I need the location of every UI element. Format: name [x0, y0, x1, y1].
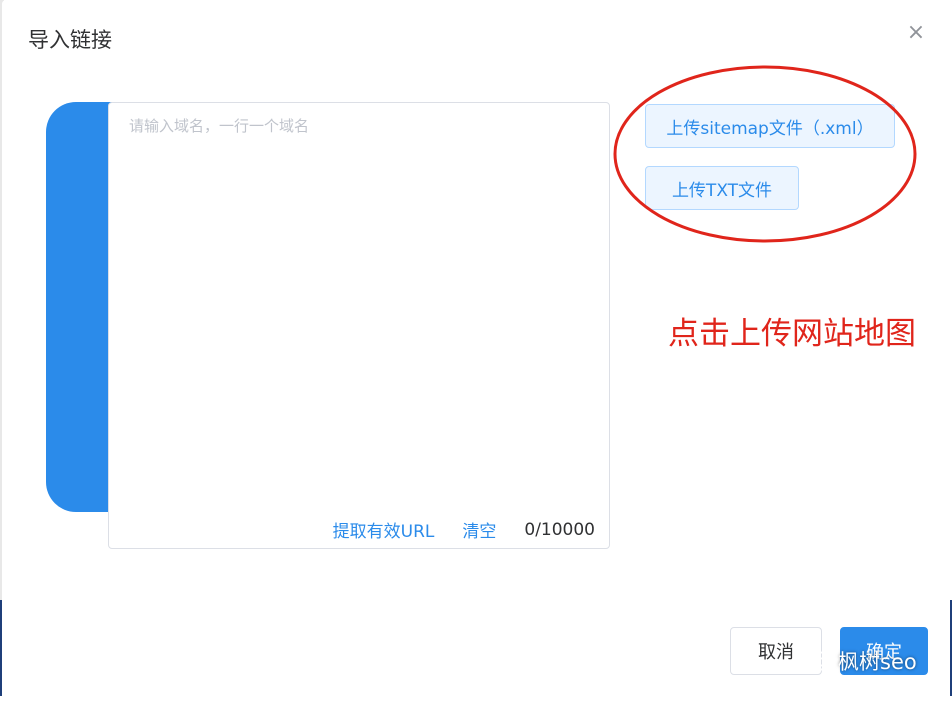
- import-links-dialog: 导入链接 × 提取有效URL 清空 0/10000 上传sitemap文件（.x…: [2, 0, 950, 700]
- domain-textarea-wrapper: 提取有效URL 清空 0/10000: [108, 102, 610, 549]
- cancel-button[interactable]: 取消: [730, 627, 822, 675]
- dialog-title: 导入链接: [28, 28, 112, 52]
- domain-textarea[interactable]: [109, 103, 609, 503]
- upload-sitemap-button[interactable]: 上传sitemap文件（.xml）: [645, 104, 895, 148]
- char-counter: 0/10000: [524, 519, 595, 540]
- upload-txt-button[interactable]: 上传TXT文件: [645, 166, 799, 210]
- highlight-ellipse: [613, 65, 917, 243]
- annotation-text: 点击上传网站地图: [668, 316, 916, 352]
- textarea-footer: 提取有效URL 清空 0/10000: [333, 517, 595, 543]
- extract-url-link[interactable]: 提取有效URL: [333, 517, 435, 542]
- close-icon[interactable]: ×: [905, 22, 927, 44]
- clear-link[interactable]: 清空: [462, 517, 496, 542]
- confirm-button[interactable]: 确定: [840, 627, 928, 675]
- side-tab: [46, 102, 112, 512]
